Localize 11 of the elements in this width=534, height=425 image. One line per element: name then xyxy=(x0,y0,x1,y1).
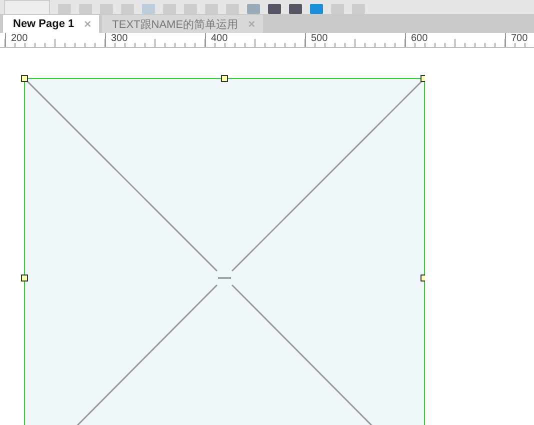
ruler-label: 400 xyxy=(205,33,305,47)
close-icon[interactable]: × xyxy=(248,17,256,31)
ruler-label: 200 xyxy=(5,33,105,47)
page-tab[interactable]: TEXT跟NAME的简单运用 × xyxy=(102,15,264,33)
ruler-label: 600 xyxy=(405,33,505,47)
ruler-label: 500 xyxy=(305,33,405,47)
ruler-label: 300 xyxy=(105,33,205,47)
close-icon[interactable]: × xyxy=(84,17,92,31)
image-placeholder[interactable] xyxy=(21,75,425,425)
page-tab[interactable]: New Page 1 × xyxy=(3,15,100,33)
ruler-label: 700 xyxy=(505,33,534,47)
